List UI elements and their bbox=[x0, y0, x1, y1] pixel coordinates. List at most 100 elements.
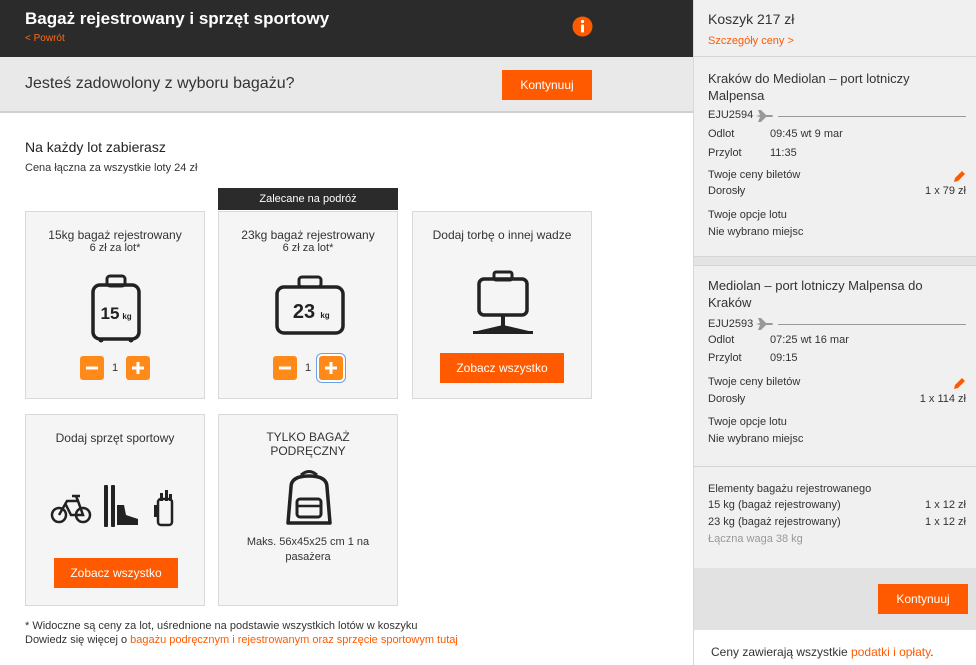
baggage-item-price: 1 x 12 zł bbox=[925, 499, 966, 511]
bag-23kg-price: 6 zł za lot* bbox=[282, 242, 334, 254]
depart-label: Odlot bbox=[708, 128, 735, 140]
baggage-item: 23 kg (bagaż rejestrowany) 1 x 12 zł bbox=[708, 516, 966, 528]
basket-continue-button[interactable]: Kontynuuj bbox=[878, 584, 968, 614]
baggage-item: 15 kg (bagaż rejestrowany) 1 x 12 zł bbox=[708, 499, 966, 511]
basket-cta-area: Kontynuuj bbox=[694, 568, 976, 630]
hand-luggage-card: TYLKO BAGAŻ PODRĘCZNY Maks. 56x45x25 cm … bbox=[218, 414, 398, 606]
flight-1-prices-label: Twoje ceny biletów bbox=[708, 169, 966, 181]
suitcase-15kg-weight: 15 bbox=[101, 304, 120, 323]
flight-1-code: EJU2594 bbox=[708, 109, 754, 121]
suitcase-23kg-weight: 23 bbox=[293, 301, 315, 323]
bicycle-icon bbox=[50, 494, 92, 524]
plane-icon bbox=[756, 110, 773, 122]
total-weight-text: Łączna waga 38 kg bbox=[708, 533, 803, 545]
golf-bag-icon bbox=[154, 490, 174, 527]
flight-2-options-value: Nie wybrano miejsc bbox=[708, 433, 966, 445]
other-weight-title: Dodaj torbę o innej wadze bbox=[432, 228, 572, 242]
back-link[interactable]: < Powrót bbox=[25, 33, 65, 44]
baggage-item-name: 15 kg (bagaż rejestrowany) bbox=[708, 499, 841, 511]
taxes-note: Ceny zawierają wszystkie podatki i opłat… bbox=[694, 630, 976, 665]
bag-23kg-quantity: 1 bbox=[304, 362, 312, 374]
continue-button[interactable]: Kontynuuj bbox=[502, 70, 592, 100]
taxes-link[interactable]: podatki i opłaty bbox=[851, 645, 930, 659]
flight-2-plane bbox=[756, 318, 966, 330]
baggage-item-name: 23 kg (bagaż rejestrowany) bbox=[708, 516, 841, 528]
section-gap bbox=[694, 257, 976, 265]
bag-23kg-title: 23kg bagaż rejestrowany bbox=[241, 228, 375, 242]
bag-23kg-minus-button[interactable] bbox=[273, 356, 297, 380]
bag-23kg-card: 23kg bagaż rejestrowany 6 zł za lot* 23 … bbox=[218, 211, 398, 399]
baggage-item-price: 1 x 12 zł bbox=[925, 516, 966, 528]
baggage-heading: Elementy bagażu rejestrowanego bbox=[708, 483, 966, 495]
divider bbox=[694, 265, 976, 266]
intro-heading: Na każdy lot zabierasz bbox=[25, 139, 166, 155]
flight-2-passenger-price: 1 x 114 zł bbox=[919, 393, 966, 405]
route-line bbox=[778, 324, 966, 325]
flight-1-arrive-row: Przylot 11:35 bbox=[708, 147, 966, 159]
arrive-label: Przylot bbox=[708, 147, 742, 159]
flight-1-options-label: Twoje opcje lotu bbox=[708, 209, 966, 221]
bag-15kg-card: 15kg bagaż rejestrowany 6 zł za lot* 15 … bbox=[25, 211, 205, 399]
passenger-type: Dorosły bbox=[708, 393, 746, 405]
suitcase-15kg-icon: 15 kg bbox=[91, 274, 141, 343]
bag-15kg-title: 15kg bagaż rejestrowany bbox=[48, 228, 182, 242]
flight-2-passenger-row: Dorosły 1 x 114 zł bbox=[708, 393, 966, 405]
sports-see-all-button[interactable]: Zobacz wszystko bbox=[54, 558, 178, 588]
bag-23kg-stepper: 1 bbox=[219, 356, 397, 380]
bag-15kg-minus-button[interactable] bbox=[80, 356, 104, 380]
hand-luggage-note: Maks. 56x45x25 cm 1 na pasażera bbox=[246, 536, 370, 563]
flight-2-arrive-time: 09:15 bbox=[770, 352, 798, 364]
suitcase-15kg-unit: kg bbox=[122, 312, 131, 321]
learn-more-link[interactable]: bagażu podręcznym i rejestrowanym oraz s… bbox=[130, 634, 458, 646]
depart-label: Odlot bbox=[708, 334, 735, 346]
flight-1-depart-row: Odlot 09:45 wt 9 mar bbox=[708, 128, 966, 140]
flight-1-passenger-row: Dorosły 1 x 79 zł bbox=[708, 185, 966, 197]
prices-label: Twoje ceny biletów bbox=[708, 376, 801, 388]
learn-more-prefix: Dowiedz się więcej o bbox=[25, 634, 131, 646]
options-value: Nie wybrano miejsc bbox=[708, 226, 804, 238]
options-label: Twoje opcje lotu bbox=[708, 416, 787, 428]
bag-23kg-plus-button[interactable] bbox=[319, 356, 343, 380]
flight-2-prices-label: Twoje ceny biletów bbox=[708, 376, 966, 388]
taxes-note-suffix: . bbox=[930, 645, 934, 659]
flight-1-options-value: Nie wybrano miejsc bbox=[708, 226, 966, 238]
confirmation-bar: Jesteś zadowolony z wyboru bagażu? Konty… bbox=[0, 57, 693, 113]
backpack-icon bbox=[286, 470, 332, 525]
info-icon[interactable] bbox=[572, 16, 593, 37]
page-header: Bagaż rejestrowany i sprzęt sportowy < P… bbox=[0, 0, 693, 57]
flight-2-depart-row: Odlot 07:25 wt 16 mar bbox=[708, 334, 966, 346]
flight-2-route: Mediolan – port lotniczy Malpensa do Kra… bbox=[708, 278, 923, 310]
prices-label: Twoje ceny biletów bbox=[708, 169, 801, 181]
divider bbox=[694, 466, 976, 467]
baggage-total-weight: Łączna waga 38 kg bbox=[708, 533, 966, 545]
taxes-note-prefix: Ceny zawierają wszystkie bbox=[711, 645, 852, 659]
bag-on-scale-icon bbox=[473, 270, 533, 334]
bag-15kg-price: 6 zł za lot* bbox=[89, 242, 141, 254]
bag-15kg-plus-button[interactable] bbox=[126, 356, 150, 380]
options-value: Nie wybrano miejsc bbox=[708, 433, 804, 445]
minus-icon bbox=[279, 366, 291, 370]
plus-icon bbox=[132, 362, 144, 374]
basket-title: Koszyk 217 zł bbox=[708, 11, 795, 27]
flight-1-arrive-time: 11:35 bbox=[770, 147, 797, 159]
plus-icon bbox=[325, 362, 337, 374]
edit-pencil-icon[interactable] bbox=[953, 170, 966, 183]
basket-sidebar: Koszyk 217 zł Szczegóły ceny > Kraków do… bbox=[693, 0, 976, 665]
flight-2-arrive-row: Przylot 09:15 bbox=[708, 352, 966, 364]
suitcase-23kg-icon: 23 kg bbox=[275, 275, 345, 335]
suitcase-23kg-unit: kg bbox=[320, 311, 329, 320]
edit-pencil-icon[interactable] bbox=[953, 377, 966, 390]
hand-luggage-title: TYLKO BAGAŻ PODRĘCZNY bbox=[266, 430, 350, 458]
flight-2-depart-time: 07:25 wt 16 mar bbox=[770, 334, 849, 346]
sports-equipment-icon bbox=[50, 485, 174, 527]
flight-1-depart-time: 09:45 wt 9 mar bbox=[770, 128, 843, 140]
flight-1-passenger-price: 1 x 79 zł bbox=[925, 185, 966, 197]
price-details-link[interactable]: Szczegóły ceny > bbox=[708, 35, 794, 47]
divider bbox=[694, 56, 976, 57]
other-weight-see-all-button[interactable]: Zobacz wszystko bbox=[440, 353, 564, 383]
minus-icon bbox=[86, 366, 98, 370]
sports-equipment-card: Dodaj sprzęt sportowy Zobacz wszystko bbox=[25, 414, 205, 606]
baggage-heading-text: Elementy bagażu rejestrowanego bbox=[708, 483, 872, 495]
flight-2-options-label: Twoje opcje lotu bbox=[708, 416, 966, 428]
bag-15kg-quantity: 1 bbox=[111, 362, 119, 374]
